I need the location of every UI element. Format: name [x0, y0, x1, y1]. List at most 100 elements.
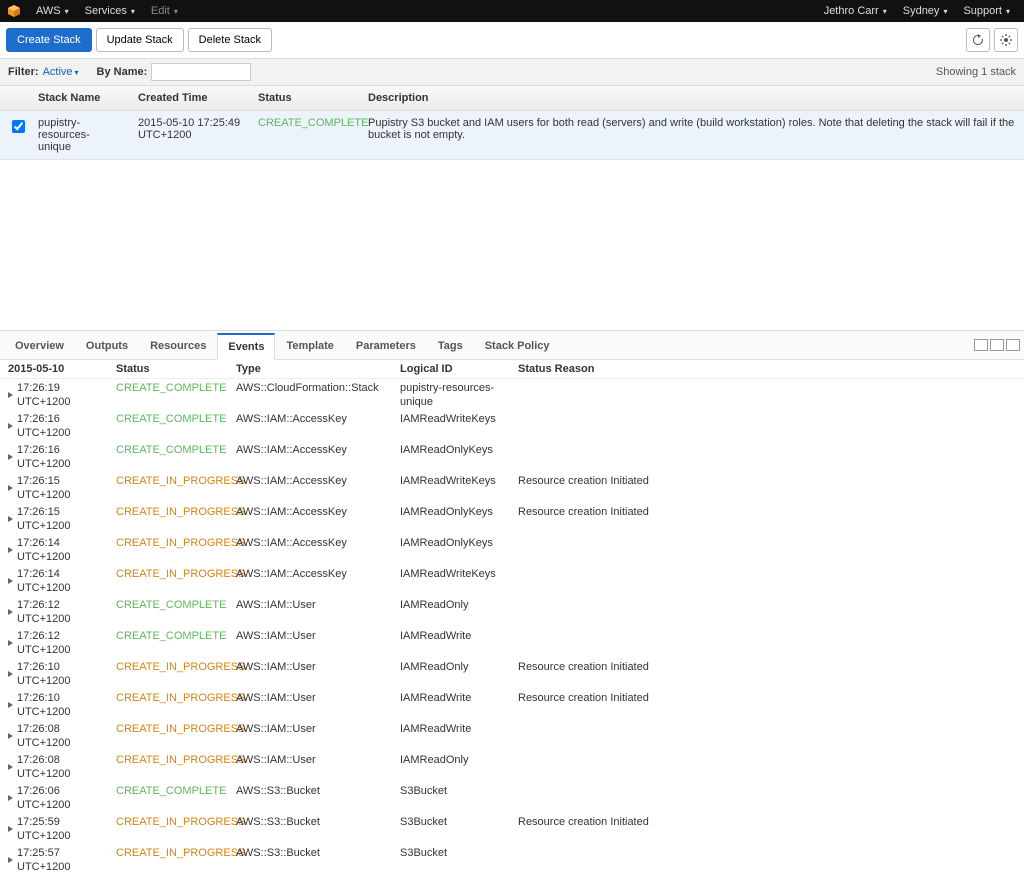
event-row[interactable]: 17:26:16 UTC+1200CREATE_COMPLETEAWS::IAM…: [0, 441, 1024, 472]
expand-icon[interactable]: [8, 795, 13, 801]
update-stack-button[interactable]: Update Stack: [96, 28, 184, 52]
create-stack-button[interactable]: Create Stack: [6, 28, 92, 52]
event-status: CREATE_IN_PROGRESS: [108, 844, 228, 875]
layout-split-v-icon[interactable]: [990, 339, 1004, 351]
nav-support-label: Support: [963, 5, 1002, 17]
event-time: 17:26:12 UTC+1200: [0, 627, 108, 658]
expand-icon[interactable]: [8, 671, 13, 677]
expand-icon[interactable]: [8, 392, 13, 398]
expand-icon[interactable]: [8, 609, 13, 615]
event-row[interactable]: 17:26:19 UTC+1200CREATE_COMPLETEAWS::Clo…: [0, 379, 1024, 410]
event-row[interactable]: 17:26:12 UTC+1200CREATE_COMPLETEAWS::IAM…: [0, 596, 1024, 627]
tab-resources[interactable]: Resources: [139, 333, 217, 359]
event-row[interactable]: 17:26:15 UTC+1200CREATE_IN_PROGRESSAWS::…: [0, 503, 1024, 534]
nav-services[interactable]: Services▾: [77, 5, 143, 17]
expand-icon[interactable]: [8, 733, 13, 739]
filter-status-dropdown[interactable]: Active▾: [43, 66, 79, 78]
filter-by-name-label: By Name:: [97, 66, 148, 78]
event-time: 17:25:59 UTC+1200: [0, 813, 108, 844]
expand-icon[interactable]: [8, 423, 13, 429]
event-type: AWS::IAM::User: [228, 658, 392, 689]
event-row[interactable]: 17:26:10 UTC+1200CREATE_IN_PROGRESSAWS::…: [0, 658, 1024, 689]
expand-icon[interactable]: [8, 516, 13, 522]
event-row[interactable]: 17:26:14 UTC+1200CREATE_IN_PROGRESSAWS::…: [0, 534, 1024, 565]
event-logical-id: IAMReadOnly: [392, 596, 510, 627]
event-row[interactable]: 17:26:15 UTC+1200CREATE_IN_PROGRESSAWS::…: [0, 472, 1024, 503]
filter-name-input[interactable]: [151, 63, 251, 81]
event-row[interactable]: 17:26:08 UTC+1200CREATE_IN_PROGRESSAWS::…: [0, 720, 1024, 751]
event-row[interactable]: 17:26:16 UTC+1200CREATE_COMPLETEAWS::IAM…: [0, 410, 1024, 441]
tab-events[interactable]: Events: [217, 333, 275, 360]
nav-support[interactable]: Support▾: [955, 5, 1018, 17]
aws-logo-icon: [6, 3, 22, 19]
stack-row-checkbox[interactable]: [12, 120, 25, 133]
chevron-down-icon: ▾: [943, 7, 947, 16]
event-logical-id: IAMReadWrite: [392, 689, 510, 720]
refresh-button[interactable]: [966, 28, 990, 52]
event-row[interactable]: 17:25:57 UTC+1200CREATE_IN_PROGRESSAWS::…: [0, 844, 1024, 875]
event-type: AWS::S3::Bucket: [228, 782, 392, 813]
event-reason: Resource creation Initiated: [510, 658, 1024, 689]
events-header: 2015-05-10 Status Type Logical ID Status…: [0, 360, 1024, 379]
stack-row[interactable]: pupistry-resources-unique2015-05-10 17:2…: [0, 111, 1024, 160]
expand-icon[interactable]: [8, 764, 13, 770]
tab-overview[interactable]: Overview: [4, 333, 75, 359]
expand-icon[interactable]: [8, 485, 13, 491]
col-created-time[interactable]: Created Time: [130, 86, 250, 110]
nav-aws-label: AWS: [36, 5, 61, 17]
expand-icon[interactable]: [8, 578, 13, 584]
delete-stack-button[interactable]: Delete Stack: [188, 28, 272, 52]
event-logical-id: IAMReadOnly: [392, 658, 510, 689]
event-reason: Resource creation Initiated: [510, 689, 1024, 720]
stack-created: 2015-05-10 17:25:49 UTC+1200: [130, 111, 250, 159]
event-logical-id: IAMReadWrite: [392, 627, 510, 658]
event-type: AWS::IAM::AccessKey: [228, 534, 392, 565]
action-bar: Create Stack Update Stack Delete Stack: [0, 22, 1024, 58]
event-status: CREATE_COMPLETE: [108, 441, 228, 472]
col-status[interactable]: Status: [250, 86, 360, 110]
event-row[interactable]: 17:26:12 UTC+1200CREATE_COMPLETEAWS::IAM…: [0, 627, 1024, 658]
chevron-down-icon: ▾: [883, 7, 887, 16]
layout-split-h-icon[interactable]: [974, 339, 988, 351]
expand-icon[interactable]: [8, 454, 13, 460]
event-logical-id: pupistry-resources-unique: [392, 379, 510, 410]
event-logical-id: IAMReadWriteKeys: [392, 565, 510, 596]
event-status: CREATE_IN_PROGRESS: [108, 472, 228, 503]
event-row[interactable]: 17:25:59 UTC+1200CREATE_IN_PROGRESSAWS::…: [0, 813, 1024, 844]
event-type: AWS::IAM::User: [228, 596, 392, 627]
nav-edit[interactable]: Edit▾: [143, 5, 186, 17]
tab-template[interactable]: Template: [275, 333, 344, 359]
event-row[interactable]: 17:26:14 UTC+1200CREATE_IN_PROGRESSAWS::…: [0, 565, 1024, 596]
event-row[interactable]: 17:26:06 UTC+1200CREATE_COMPLETEAWS::S3:…: [0, 782, 1024, 813]
event-type: AWS::IAM::AccessKey: [228, 441, 392, 472]
settings-button[interactable]: [994, 28, 1018, 52]
event-time: 17:26:10 UTC+1200: [0, 689, 108, 720]
nav-aws[interactable]: AWS▾: [28, 5, 77, 17]
nav-region[interactable]: Sydney▾: [895, 5, 956, 17]
event-row[interactable]: 17:26:10 UTC+1200CREATE_IN_PROGRESSAWS::…: [0, 689, 1024, 720]
event-time: 17:26:10 UTC+1200: [0, 658, 108, 689]
col-description[interactable]: Description: [360, 86, 1024, 110]
expand-icon[interactable]: [8, 826, 13, 832]
event-reason: [510, 720, 1024, 751]
tab-tags[interactable]: Tags: [427, 333, 474, 359]
event-status: CREATE_COMPLETE: [108, 596, 228, 627]
event-type: AWS::CloudFormation::Stack: [228, 379, 392, 410]
tab-stack-policy[interactable]: Stack Policy: [474, 333, 561, 359]
tab-parameters[interactable]: Parameters: [345, 333, 427, 359]
nav-user[interactable]: Jethro Carr▾: [816, 5, 895, 17]
expand-icon[interactable]: [8, 702, 13, 708]
event-status: CREATE_COMPLETE: [108, 627, 228, 658]
events-panel: 2015-05-10 Status Type Logical ID Status…: [0, 360, 1024, 875]
event-row[interactable]: 17:26:08 UTC+1200CREATE_IN_PROGRESSAWS::…: [0, 751, 1024, 782]
expand-icon[interactable]: [8, 547, 13, 553]
expand-icon[interactable]: [8, 857, 13, 863]
layout-full-icon[interactable]: [1006, 339, 1020, 351]
event-time: 17:26:12 UTC+1200: [0, 596, 108, 627]
tab-outputs[interactable]: Outputs: [75, 333, 139, 359]
col-stack-name[interactable]: Stack Name: [30, 86, 130, 110]
event-reason: [510, 565, 1024, 596]
expand-icon[interactable]: [8, 640, 13, 646]
event-time: 17:26:15 UTC+1200: [0, 503, 108, 534]
event-status: CREATE_IN_PROGRESS: [108, 565, 228, 596]
